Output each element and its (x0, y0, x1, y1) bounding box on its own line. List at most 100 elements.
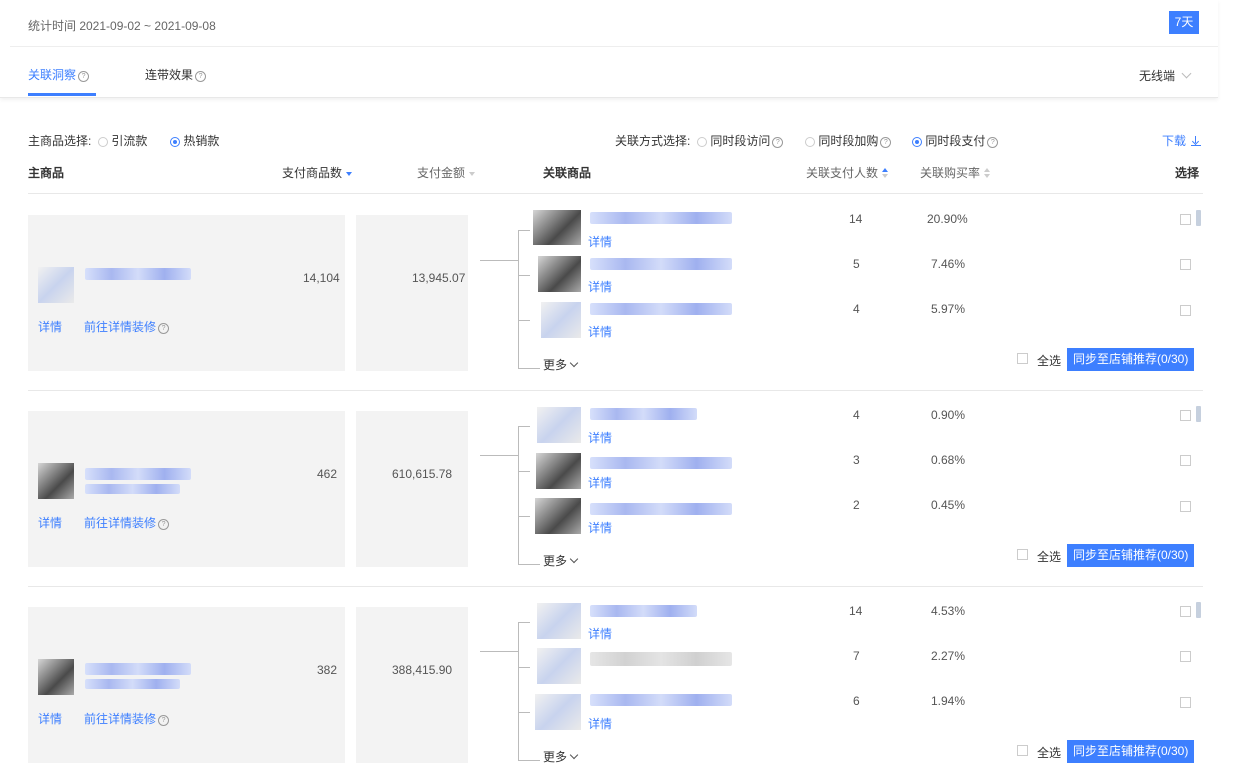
related-product-image (535, 498, 581, 534)
paid-items-value: 14,104 (303, 271, 340, 285)
col-paid-items[interactable]: 支付商品数 (282, 164, 353, 181)
related-detail-link[interactable]: 详情 (588, 278, 612, 295)
radio-icon (697, 137, 707, 147)
paid-amount-value: 388,415.90 (392, 663, 453, 677)
product-image (38, 659, 74, 695)
more-link[interactable]: 更多 (543, 748, 579, 765)
col-paid-amount[interactable]: 支付金额 (417, 164, 476, 181)
main-product-cell (28, 215, 345, 371)
col-related-buyers[interactable]: 关联支付人数 (806, 164, 889, 181)
scroll-handle[interactable] (1196, 602, 1201, 618)
help-icon: ? (195, 71, 207, 82)
device-select[interactable]: 无线端 (1139, 67, 1192, 84)
decorate-link[interactable]: 前往详情装修? (84, 318, 170, 335)
radio-visit[interactable]: 同时段访问? (697, 132, 784, 149)
sync-to-store-button[interactable]: 同步至店铺推荐(0/30) (1067, 740, 1195, 763)
radio-selected-icon (912, 137, 922, 147)
row-checkbox[interactable] (1180, 697, 1191, 708)
related-detail-link[interactable]: 详情 (588, 625, 612, 642)
detail-link[interactable]: 详情 (38, 514, 62, 531)
related-buyers: 2 (853, 498, 860, 512)
related-buyers: 5 (853, 257, 860, 271)
radio-cart[interactable]: 同时段加购? (805, 132, 892, 149)
help-icon: ? (987, 137, 999, 148)
related-product-image (537, 603, 581, 639)
chevron-down-icon (569, 750, 579, 760)
related-detail-link[interactable]: 详情 (588, 715, 612, 732)
row-checkbox[interactable] (1180, 410, 1191, 421)
row-checkbox[interactable] (1180, 214, 1191, 225)
more-link[interactable]: 更多 (543, 552, 579, 569)
help-icon: ? (158, 519, 170, 530)
radio-pay[interactable]: 同时段支付? (912, 132, 999, 149)
detail-link[interactable]: 详情 (38, 318, 62, 335)
decorate-link[interactable]: 前往详情装修? (84, 514, 170, 531)
scroll-handle[interactable] (1196, 210, 1201, 226)
col-related-rate[interactable]: 关联购买率 (920, 164, 991, 181)
scroll-handle[interactable] (1196, 406, 1201, 422)
related-title-blurred (590, 408, 697, 420)
paid-items-value: 382 (317, 663, 338, 677)
related-rate: 5.97% (931, 302, 966, 316)
product-title-blurred (85, 663, 191, 675)
related-detail-link[interactable]: 详情 (588, 474, 612, 491)
related-detail-link[interactable]: 详情 (588, 519, 612, 536)
related-buyers: 7 (853, 649, 860, 663)
select-all-label: 全选 (1037, 746, 1062, 760)
related-buyers: 6 (853, 694, 860, 708)
related-detail-link[interactable]: 详情 (588, 233, 612, 250)
row-checkbox[interactable] (1180, 501, 1191, 512)
related-product-image (536, 453, 581, 489)
related-product-image (535, 694, 581, 730)
product-image (38, 267, 74, 303)
product-image (38, 463, 74, 499)
col-related-product: 关联商品 (543, 166, 592, 180)
radio-traffic[interactable]: 引流款 (98, 132, 147, 149)
more-link[interactable]: 更多 (543, 356, 579, 373)
sync-to-store-button[interactable]: 同步至店铺推荐(0/30) (1067, 544, 1195, 567)
related-title-blurred (590, 652, 732, 666)
related-detail-link[interactable]: 详情 (588, 323, 612, 340)
decorate-link[interactable]: 前往详情装修? (84, 710, 170, 727)
related-rate: 0.68% (931, 453, 966, 467)
select-all-label: 全选 (1037, 354, 1062, 368)
detail-link[interactable]: 详情 (38, 710, 62, 727)
download-button[interactable]: 下载 (1162, 132, 1202, 149)
related-title-blurred (590, 694, 732, 706)
select-all-checkbox[interactable] (1017, 745, 1028, 756)
related-buyers: 14 (849, 212, 863, 226)
main-product-filter-label: 主商品选择: (28, 134, 92, 148)
related-rate: 4.53% (931, 604, 966, 618)
tab-joint-effect[interactable]: 连带效果? (145, 66, 207, 83)
select-all-checkbox[interactable] (1017, 353, 1028, 364)
product-title-blurred (85, 679, 180, 689)
tab-active-indicator (28, 93, 96, 96)
tab-related-insight[interactable]: 关联洞察? (28, 66, 90, 83)
col-main-product: 主商品 (28, 166, 65, 180)
relation-filter-label: 关联方式选择: (615, 134, 691, 148)
sort-desc-icon (346, 172, 353, 176)
related-detail-link[interactable]: 详情 (588, 429, 612, 446)
row-checkbox[interactable] (1180, 651, 1191, 662)
related-product-image (537, 648, 581, 684)
chevron-down-icon (1181, 68, 1192, 79)
row-checkbox[interactable] (1180, 606, 1191, 617)
amount-cell (356, 411, 468, 567)
row-checkbox[interactable] (1180, 455, 1191, 466)
radio-selected-icon (170, 137, 180, 147)
sort-icon (882, 168, 889, 178)
row-checkbox[interactable] (1180, 305, 1191, 316)
related-product-image (541, 302, 581, 338)
related-product-image (537, 407, 581, 443)
related-product-image (533, 210, 581, 245)
related-buyers: 4 (853, 408, 860, 422)
chevron-down-icon (569, 358, 579, 368)
period-7d-button[interactable]: 7天 (1169, 11, 1199, 34)
radio-hot[interactable]: 热销款 (170, 132, 219, 149)
related-rate: 2.27% (931, 649, 966, 663)
help-icon: ? (880, 137, 892, 148)
sync-to-store-button[interactable]: 同步至店铺推荐(0/30) (1067, 348, 1195, 371)
select-all-checkbox[interactable] (1017, 549, 1028, 560)
row-checkbox[interactable] (1180, 259, 1191, 270)
related-buyers: 14 (849, 604, 863, 618)
